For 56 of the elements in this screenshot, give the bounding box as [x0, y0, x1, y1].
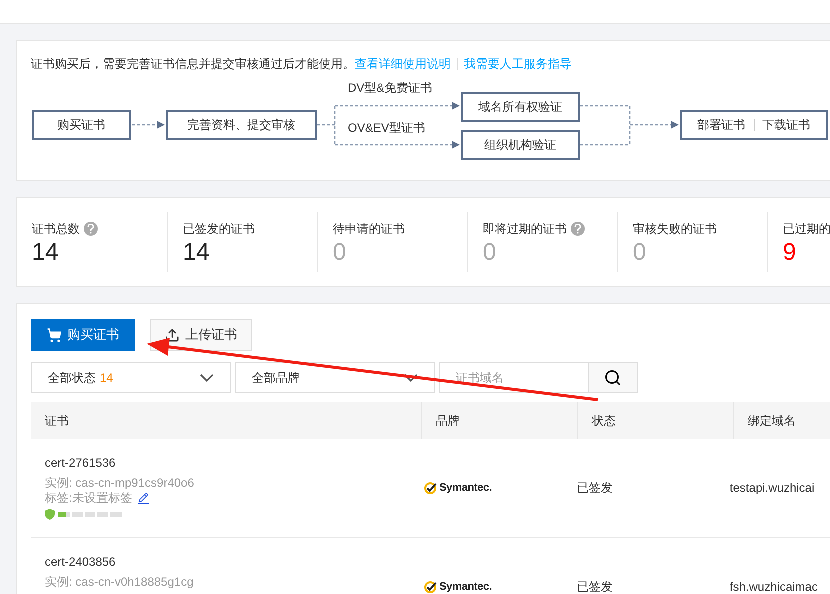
stat-value: 14: [183, 238, 210, 268]
cart-icon: [46, 328, 62, 342]
step-label: 下载证书: [762, 117, 810, 134]
stat-value: 0: [483, 238, 496, 268]
edit-icon[interactable]: [138, 492, 150, 504]
stat-value: 9: [783, 238, 796, 268]
instance-id: 实例: cas-cn-v0h18885g1cg: [45, 574, 194, 590]
stat-label: 审核失败的证书: [633, 221, 717, 238]
column-header: 品牌: [436, 412, 460, 430]
dropdown-value: 全部状态: [48, 370, 96, 386]
count-label: 14: [100, 370, 114, 386]
certificate-name: cert-2403856: [45, 554, 116, 570]
instance-id: 实例: cas-cn-mp91cs9r40o6: [45, 475, 194, 491]
intro-sentence: 证书购买后，需要完善证书信息并提交审核通过后才能使用。: [31, 56, 355, 73]
certificate-name: cert-2761536: [45, 455, 116, 471]
stat-label: 即将过期的证书: [483, 221, 567, 238]
domain-text: testapi.wuzhicai: [730, 480, 815, 497]
chevron-down-icon: [200, 374, 214, 382]
column-header: 证书: [45, 412, 69, 430]
step-label: 部署证书: [698, 117, 746, 134]
search-button[interactable]: [589, 362, 638, 393]
step-box: 组织机构验证: [461, 130, 580, 160]
connector-line: [316, 105, 336, 146]
stat-label: 证书总数: [32, 221, 80, 238]
brand-dropdown[interactable]: 全部品牌: [235, 362, 435, 393]
upload-icon: [164, 328, 180, 342]
stat-label: 已过期的: [783, 221, 830, 238]
branch-label: OV&EV型证书: [348, 120, 426, 137]
search-icon: [604, 368, 622, 386]
column-header: 绑定域名: [748, 412, 796, 430]
chevron-down-icon: [404, 374, 418, 382]
domain-text: fsh.wuzhicaimac: [730, 579, 818, 594]
status-text: 已签发: [577, 579, 614, 594]
connector-arrow: [132, 121, 165, 129]
brand-logo-text: Symantec.: [439, 580, 492, 594]
tag-text: 标签:未设置标签: [45, 491, 132, 505]
checkmark-logo-icon: [424, 482, 438, 494]
stat-value: 14: [32, 238, 59, 268]
status-text: 已签发: [577, 480, 614, 497]
stat-value: 0: [633, 238, 646, 268]
step-box: 域名所有权验证: [461, 92, 580, 122]
branch-label: DV型&免费证书: [348, 80, 433, 97]
step-box: 购买证书: [32, 110, 131, 140]
shield-icon: [45, 509, 55, 520]
brand-logo-text: Symantec.: [439, 480, 492, 496]
stat-label: 已签发的证书: [183, 221, 255, 238]
stat-value: 0: [333, 238, 346, 268]
upload-button[interactable]: 上传证书: [150, 319, 252, 351]
checkmark-logo-icon: [424, 580, 438, 594]
status-dropdown[interactable]: 全部状态 14: [31, 362, 231, 393]
connector-line: [579, 105, 631, 146]
step-box: 完善资料、提交审核: [166, 110, 317, 140]
dropdown-value: 全部品牌: [252, 370, 300, 386]
stat-label: 待申请的证书: [333, 221, 405, 238]
column-header: 状态: [592, 412, 616, 430]
buy-button[interactable]: 购买证书: [31, 319, 135, 351]
